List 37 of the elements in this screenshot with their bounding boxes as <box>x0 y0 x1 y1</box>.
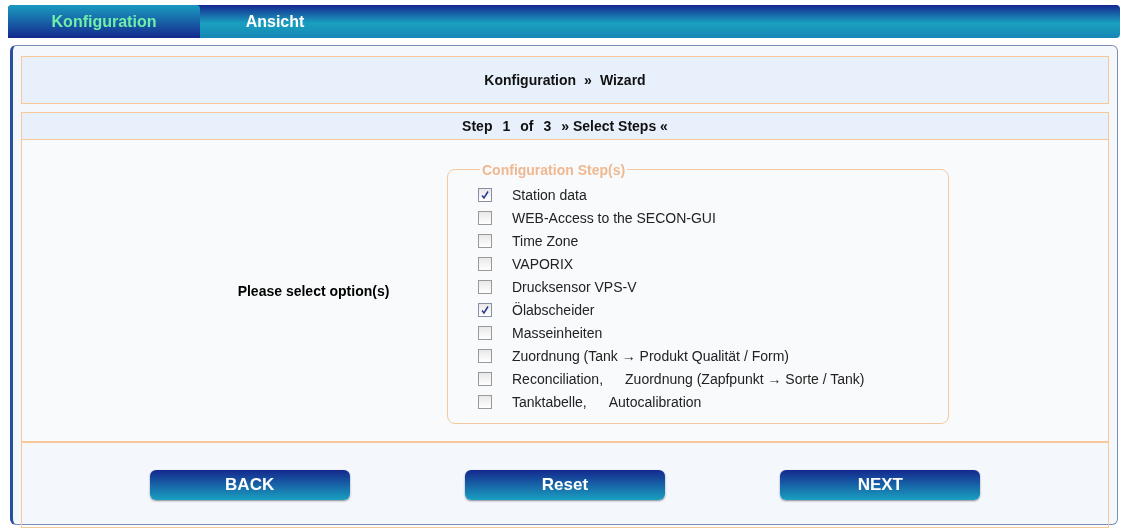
checkbox[interactable] <box>478 234 492 248</box>
checkbox[interactable] <box>478 188 492 202</box>
option-label: Time Zone <box>512 233 579 249</box>
checkbox[interactable] <box>478 257 492 271</box>
checkbox[interactable] <box>478 395 492 409</box>
option-label: VAPORIX <box>512 256 574 272</box>
checkbox[interactable] <box>478 280 492 294</box>
option-label: Masseinheiten <box>512 325 603 341</box>
option-label: Ölabscheider <box>512 302 595 318</box>
prompt-label: Please select option(s) <box>237 282 390 299</box>
wizard-button[interactable]: BACK <box>149 470 350 500</box>
checkbox[interactable] <box>478 211 492 225</box>
wizard-button[interactable]: NEXT <box>780 470 981 500</box>
option-label: WEB-Access to the SECON-GUI <box>512 210 716 226</box>
checkbox[interactable] <box>478 303 492 317</box>
option-label: Autocalibration <box>608 394 702 410</box>
step-text: Step <box>462 118 493 134</box>
option-label: Station data <box>512 187 587 203</box>
step-text: 3 <box>543 118 552 134</box>
menu-tab[interactable]: Konfiguration <box>8 5 200 38</box>
step-text: 1 <box>502 118 511 134</box>
option-label: Reconciliation, <box>512 371 604 387</box>
breadcrumb-text: » <box>584 72 592 88</box>
step-text: of <box>520 118 534 134</box>
checkbox[interactable] <box>478 326 492 340</box>
option-label: Tanktabelle, <box>512 394 587 410</box>
checkbox[interactable] <box>478 372 492 386</box>
option-label: Drucksensor VPS-V <box>512 279 637 295</box>
wizard-button[interactable]: Reset <box>465 470 665 500</box>
step-text: » Select Steps « <box>561 118 668 134</box>
breadcrumb-text: Wizard <box>599 72 646 88</box>
option-label: Zuordnung (Tank → Produkt Qualität / Form) <box>512 348 789 364</box>
option-label: Zuordnung (Zapfpunkt → Sorte / Tank) <box>625 371 865 387</box>
menu-tab[interactable]: Ansicht <box>200 5 350 38</box>
group-legend: Configuration Step(s) <box>480 161 628 178</box>
breadcrumb-text: Konfiguration <box>484 72 577 88</box>
checkbox[interactable] <box>478 349 492 363</box>
